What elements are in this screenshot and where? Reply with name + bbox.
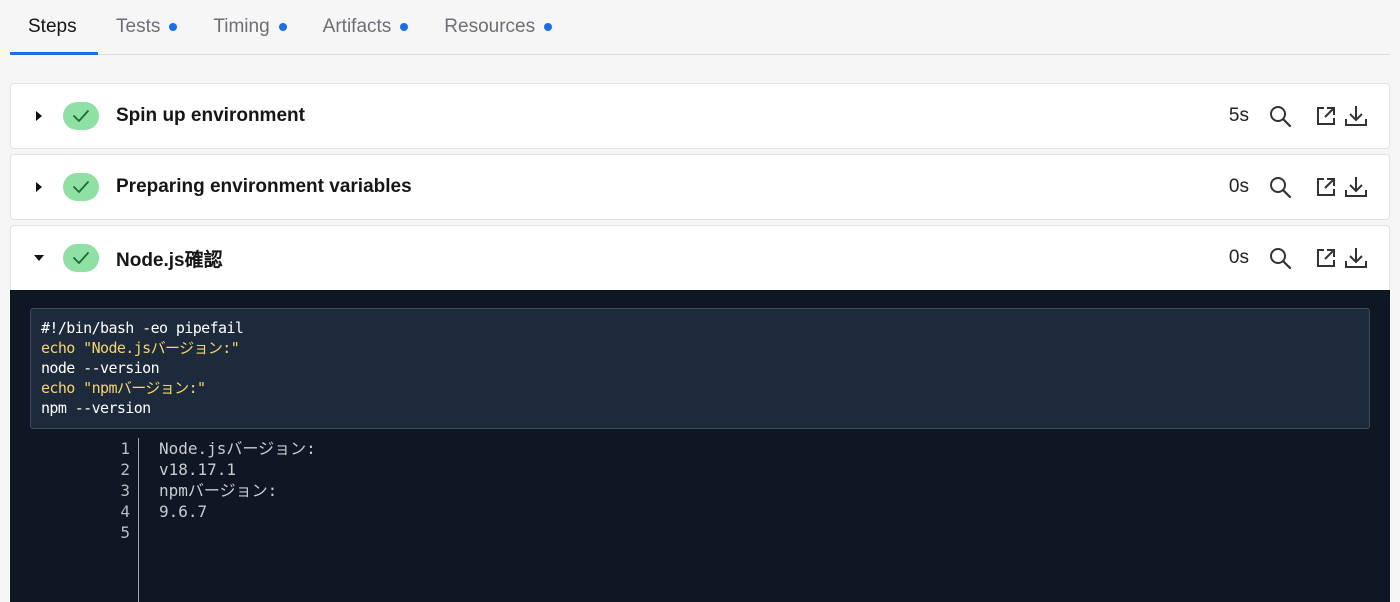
output-text: Node.jsバージョン: (159, 439, 316, 458)
command-line: node --version (41, 359, 160, 377)
tab-resources[interactable]: Resources (426, 0, 570, 54)
tab-label: Artifacts (322, 15, 392, 37)
line-number: 2 (120, 460, 130, 479)
tab-label: Resources (444, 15, 536, 37)
tab-label: Timing (213, 15, 270, 37)
step-output-console: #!/bin/bash -eo pipefail echo "Node.jsバー… (10, 290, 1390, 602)
step-title: Node.js確認 (116, 249, 223, 271)
command-line: #!/bin/bash -eo pipefail (41, 319, 244, 337)
output-text: 9.6.7 (159, 502, 208, 521)
command-line: echo "Node.jsバージョン:" (41, 339, 240, 357)
notification-dot (278, 22, 287, 31)
search-icon[interactable] (1267, 245, 1293, 271)
command-block: #!/bin/bash -eo pipefail echo "Node.jsバー… (30, 308, 1370, 429)
tab-label: Tests (116, 15, 161, 37)
external-link-icon[interactable] (1313, 245, 1339, 271)
notification-dot (400, 22, 409, 31)
output-row: 4 9.6.7 (10, 501, 1390, 522)
step-row[interactable]: Spin up environment 5s (10, 83, 1390, 149)
step-duration: 0s (1228, 247, 1249, 268)
external-link-icon[interactable] (1313, 174, 1339, 200)
step-title: Preparing environment variables (116, 176, 412, 197)
tab-timing[interactable]: Timing (195, 0, 304, 54)
output-text: npmバージョン: (159, 481, 278, 500)
output-row: 5 (10, 522, 1390, 543)
step-duration: 0s (1228, 176, 1249, 197)
caret-down-icon[interactable] (32, 254, 46, 262)
tab-artifacts[interactable]: Artifacts (305, 0, 427, 54)
step-title: Spin up environment (116, 105, 305, 126)
line-number: 1 (120, 439, 130, 458)
command-line: npm --version (41, 399, 151, 417)
command-line: echo "npmバージョン:" (41, 379, 206, 397)
notification-dot (544, 22, 553, 31)
output-row: 3 npmバージョン: (10, 480, 1390, 501)
download-icon[interactable] (1343, 174, 1369, 200)
tab-label: Steps (28, 15, 77, 37)
line-number: 3 (120, 481, 130, 500)
tab-tests[interactable]: Tests (98, 0, 195, 54)
notification-dot (169, 22, 178, 31)
caret-right-icon[interactable] (32, 181, 46, 193)
output-log: 1 Node.jsバージョン: 2 v18.17.1 3 npmバージョン: 4 9.6… (10, 438, 1390, 543)
step-duration: 5s (1228, 105, 1249, 126)
line-number: 5 (120, 523, 130, 542)
tab-bar: Steps Tests Timing Artifacts Resources (10, 0, 1390, 55)
output-text: v18.17.1 (159, 460, 237, 479)
tab-steps[interactable]: Steps (10, 0, 98, 55)
external-link-icon[interactable] (1313, 103, 1339, 129)
success-check-icon (63, 173, 99, 201)
success-check-icon (63, 244, 99, 272)
step-row[interactable]: Preparing environment variables 0s (10, 154, 1390, 220)
output-row: 2 v18.17.1 (10, 459, 1390, 480)
success-check-icon (63, 102, 99, 130)
step-row[interactable]: Node.js確認 0s (10, 225, 1390, 291)
output-row: 1 Node.jsバージョン: (10, 438, 1390, 459)
search-icon[interactable] (1267, 174, 1293, 200)
search-icon[interactable] (1267, 103, 1293, 129)
line-number: 4 (120, 502, 130, 521)
caret-right-icon[interactable] (32, 110, 46, 122)
download-icon[interactable] (1343, 245, 1369, 271)
download-icon[interactable] (1343, 103, 1369, 129)
